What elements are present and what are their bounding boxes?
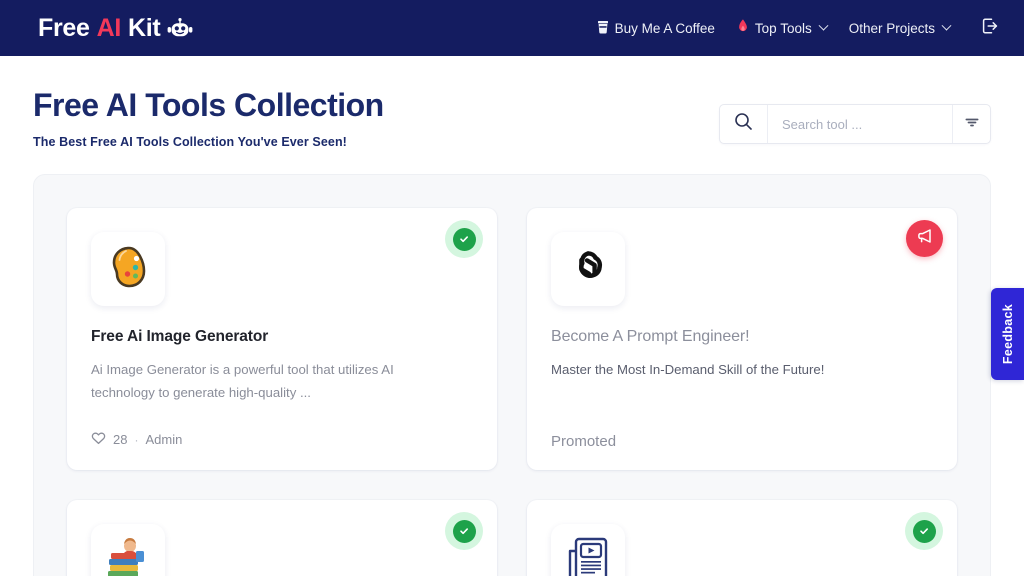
verified-badge — [905, 512, 943, 551]
chevron-down-icon — [818, 20, 829, 31]
filter-icon — [964, 115, 980, 134]
page-title: Free AI Tools Collection — [33, 87, 384, 123]
tool-author: Admin — [145, 432, 183, 448]
search-input[interactable] — [768, 105, 952, 143]
promoted-badge — [906, 220, 943, 258]
tool-card-free-ai-image-generator[interactable]: Free Ai Image Generator Ai Image Generat… — [67, 208, 497, 471]
tool-card-become-a-prompt-engineer[interactable]: Become A Prompt Engineer! Master the Mos… — [527, 208, 957, 471]
site-logo[interactable]: Free AI Kit — [38, 14, 193, 43]
nav-item-other-projects[interactable]: Other Projects — [848, 20, 952, 36]
nav-label: Top Tools — [754, 20, 812, 36]
feedback-label: Feedback — [1000, 303, 1015, 365]
page-subtitle: The Best Free AI Tools Collection You've… — [33, 135, 347, 150]
verified-badge — [445, 512, 483, 551]
promoted-label: Promoted — [551, 433, 617, 451]
tool-card-four[interactable] — [527, 500, 957, 576]
heart-icon[interactable] — [91, 431, 106, 448]
openai-icon — [565, 244, 611, 295]
nav-label: Other Projects — [848, 20, 935, 36]
logo-text-kit: Kit — [128, 13, 161, 42]
main-nav: Buy Me A Coffee Top Tools Other Projects — [597, 16, 1000, 41]
tool-icon — [91, 524, 165, 576]
video-article-icon — [562, 533, 614, 576]
books-reading-icon — [100, 531, 156, 576]
filter-button[interactable] — [952, 105, 990, 143]
like-count: 28 — [113, 432, 128, 448]
meta-separator: · — [134, 432, 139, 447]
tool-icon — [91, 232, 165, 307]
tools-collection: Free Ai Image Generator Ai Image Generat… — [33, 174, 991, 576]
login-button[interactable] — [980, 16, 1000, 41]
tool-icon — [551, 232, 625, 307]
palette-icon — [102, 241, 154, 298]
verified-badge — [445, 220, 483, 259]
fire-icon — [737, 19, 749, 37]
search-bar — [719, 104, 991, 144]
site-header: Free AI Kit Buy Me A Coffee Top Tools Ot… — [0, 0, 1024, 56]
chevron-down-icon — [941, 20, 952, 31]
coffee-icon — [597, 20, 609, 37]
nav-label: Buy Me A Coffee — [614, 20, 715, 36]
feedback-tab[interactable]: Feedback — [991, 288, 1024, 380]
logo-text-free: Free — [38, 13, 90, 42]
search-icon — [734, 112, 753, 136]
robot-icon — [167, 17, 193, 39]
nav-item-top-tools[interactable]: Top Tools — [737, 19, 829, 37]
tool-card-three[interactable] — [67, 500, 497, 576]
page-body: Free AI Tools Collection The Best Free A… — [0, 56, 1024, 576]
search-button[interactable] — [720, 105, 768, 143]
tool-title: Become A Prompt Engineer! — [551, 328, 750, 346]
tool-title: Free Ai Image Generator — [91, 328, 269, 346]
megaphone-icon — [915, 226, 935, 251]
tool-description: Ai Image Generator is a powerful tool th… — [91, 362, 394, 400]
nav-item-buy-me-a-coffee[interactable]: Buy Me A Coffee — [597, 20, 715, 37]
page-header-row: Free AI Tools Collection The Best Free A… — [33, 56, 991, 149]
login-icon — [980, 16, 1000, 41]
tool-icon — [551, 524, 625, 576]
logo-text-ai: AI — [96, 13, 122, 42]
page-heading-block: Free AI Tools Collection The Best Free A… — [33, 86, 384, 149]
tool-description: Master the Most In-Demand Skill of the F… — [551, 362, 825, 378]
tool-meta: 28 · Admin — [91, 431, 182, 448]
